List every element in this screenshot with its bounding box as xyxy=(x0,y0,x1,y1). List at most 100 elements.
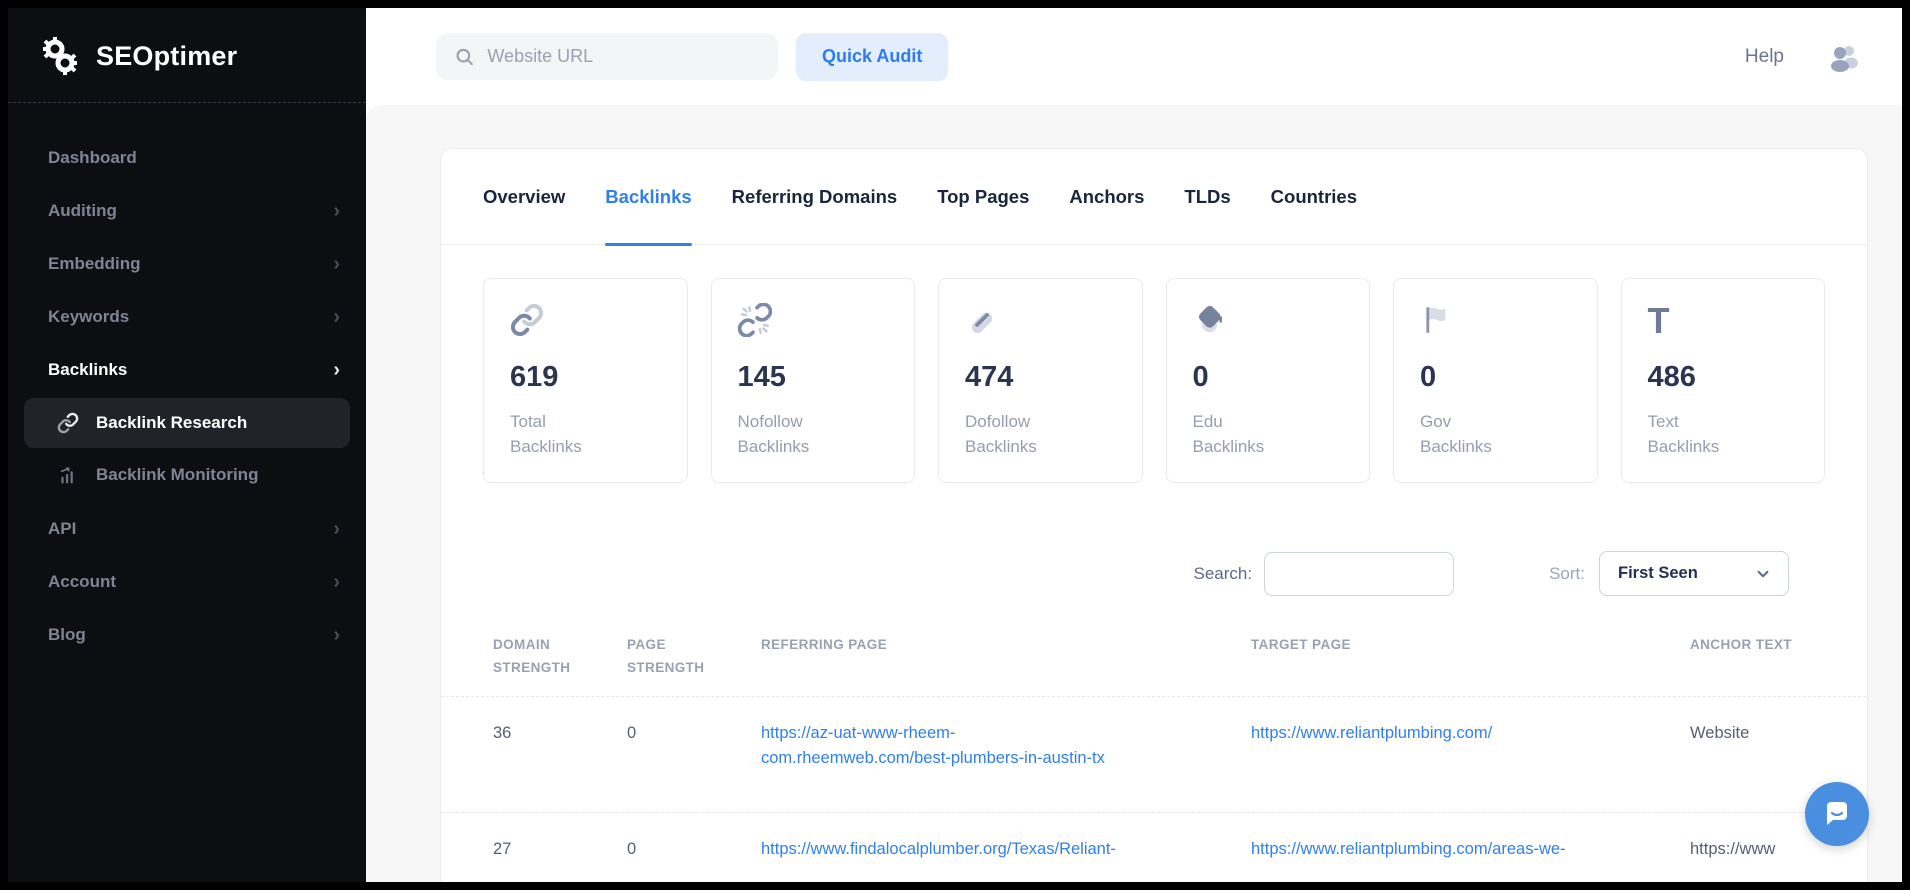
column-header: TARGET PAGE xyxy=(1251,634,1690,657)
chevron-right-icon: › xyxy=(333,360,340,380)
chevron-right-icon: › xyxy=(333,572,340,592)
website-url-input[interactable] xyxy=(487,46,762,67)
letter-t-icon: T xyxy=(1648,303,1799,345)
quick-audit-button[interactable]: Quick Audit xyxy=(796,33,948,81)
brand-logo[interactable]: SEOptimer xyxy=(8,8,366,102)
chevron-right-icon: › xyxy=(333,519,340,539)
stat-label: TotalBacklinks xyxy=(510,410,661,459)
page-strength-cell: 0 xyxy=(627,837,761,863)
tab-backlinks[interactable]: Backlinks xyxy=(605,149,691,245)
sort-dropdown[interactable]: First Seen xyxy=(1599,551,1789,596)
sidebar: SEOptimer Dashboard Auditing › Embedding… xyxy=(8,8,366,882)
referring-page-cell: https://az-uat-www-rheem- com.rheemweb.c… xyxy=(761,721,1251,772)
stat-card-gov-backlinks: 0 GovBacklinks xyxy=(1393,278,1598,483)
sidebar-item-label: Dashboard xyxy=(48,148,340,168)
target-page-link[interactable]: https://www.reliantplumbing.com/areas-we… xyxy=(1251,840,1566,858)
stat-value: 486 xyxy=(1648,361,1799,394)
stat-card-total-backlinks: 619 TotalBacklinks xyxy=(483,278,688,483)
stats-row: 619 TotalBacklinks xyxy=(441,245,1867,483)
chevron-right-icon: › xyxy=(333,254,340,274)
sidebar-item-embedding[interactable]: Embedding › xyxy=(8,237,366,290)
sort-label: Sort: xyxy=(1549,564,1585,584)
chat-icon xyxy=(1821,798,1853,830)
brand-name: SEOptimer xyxy=(96,41,237,72)
link-icon xyxy=(510,303,661,345)
sidebar-item-account[interactable]: Account › xyxy=(8,555,366,608)
referring-page-cell: https://www.findalocalplumber.org/Texas/… xyxy=(761,837,1251,863)
chevron-down-icon xyxy=(1754,565,1772,583)
stat-label: TextBacklinks xyxy=(1648,410,1799,459)
help-link[interactable]: Help xyxy=(1745,46,1784,68)
tab-top-pages[interactable]: Top Pages xyxy=(937,149,1029,245)
app-window: SEOptimer Dashboard Auditing › Embedding… xyxy=(8,8,1902,882)
stat-label: GovBacklinks xyxy=(1420,410,1571,459)
sidebar-item-label: Auditing xyxy=(48,201,333,221)
flag-icon xyxy=(1420,303,1571,345)
sidebar-item-backlink-research[interactable]: Backlink Research xyxy=(24,398,350,448)
table-row: 36 0 https://az-uat-www-rheem- com.rheem… xyxy=(441,697,1868,796)
stat-value: 0 xyxy=(1420,361,1571,394)
broken-link-icon xyxy=(738,303,889,345)
referring-page-link[interactable]: https://az-uat-www-rheem- com.rheemweb.c… xyxy=(761,724,1105,768)
chat-widget-button[interactable] xyxy=(1805,782,1869,846)
search-icon xyxy=(454,45,475,69)
sidebar-item-auditing[interactable]: Auditing › xyxy=(8,184,366,237)
sidebar-item-label: Account xyxy=(48,572,333,592)
table-header-row: DOMAIN STRENGTH PAGE STRENGTH REFERRING … xyxy=(441,616,1868,680)
tab-referring-domains[interactable]: Referring Domains xyxy=(732,149,898,245)
target-page-cell: https://www.reliantplumbing.com/ xyxy=(1251,721,1690,747)
table-row: 27 0 https://www.findalocalplumber.org/T… xyxy=(441,813,1868,882)
column-header: DOMAIN STRENGTH xyxy=(493,634,627,680)
stat-card-nofollow-backlinks: 145 NofollowBacklinks xyxy=(711,278,916,483)
backlinks-card: Overview Backlinks Referring Domains Top… xyxy=(440,148,1868,882)
topbar: Quick Audit Help xyxy=(366,8,1902,105)
tab-anchors[interactable]: Anchors xyxy=(1069,149,1144,245)
users-avatar-icon[interactable] xyxy=(1826,42,1860,72)
column-header: ANCHOR TEXT xyxy=(1690,634,1868,657)
domain-strength-cell: 36 xyxy=(493,721,627,747)
sidebar-item-label: Backlink Research xyxy=(96,413,247,433)
sidebar-item-blog[interactable]: Blog › xyxy=(8,608,366,661)
chevron-right-icon: › xyxy=(333,201,340,221)
column-header: REFERRING PAGE xyxy=(761,634,1251,657)
domain-strength-cell: 27 xyxy=(493,837,627,863)
tab-bar: Overview Backlinks Referring Domains Top… xyxy=(441,149,1867,245)
bar-chart-icon xyxy=(56,463,80,487)
stat-value: 619 xyxy=(510,361,661,394)
sidebar-item-label: Backlink Monitoring xyxy=(96,465,258,485)
stat-label: DofollowBacklinks xyxy=(965,410,1116,459)
backlinks-table: DOMAIN STRENGTH PAGE STRENGTH REFERRING … xyxy=(441,616,1868,882)
stat-value: 474 xyxy=(965,361,1116,394)
stat-card-dofollow-backlinks: 474 DofollowBacklinks xyxy=(938,278,1143,483)
website-url-search[interactable] xyxy=(436,33,778,80)
sidebar-item-dashboard[interactable]: Dashboard xyxy=(8,131,366,184)
link-icon xyxy=(56,411,80,435)
stat-label: NofollowBacklinks xyxy=(738,410,889,459)
stat-value: 145 xyxy=(738,361,889,394)
page-strength-cell: 0 xyxy=(627,721,761,747)
table-search-input[interactable] xyxy=(1264,552,1454,596)
sidebar-item-keywords[interactable]: Keywords › xyxy=(8,290,366,343)
referring-page-link[interactable]: https://www.findalocalplumber.org/Texas/… xyxy=(761,840,1116,858)
sidebar-item-label: Backlinks xyxy=(48,360,333,380)
sidebar-item-label: API xyxy=(48,519,333,539)
tab-overview[interactable]: Overview xyxy=(483,149,565,245)
target-page-link[interactable]: https://www.reliantplumbing.com/ xyxy=(1251,724,1492,742)
sidebar-item-backlink-monitoring[interactable]: Backlink Monitoring xyxy=(24,450,350,500)
sidebar-item-label: Keywords xyxy=(48,307,333,327)
content-panel: Overview Backlinks Referring Domains Top… xyxy=(366,105,1902,882)
tab-countries[interactable]: Countries xyxy=(1271,149,1357,245)
sidebar-item-label: Embedding xyxy=(48,254,333,274)
sidebar-nav: Dashboard Auditing › Embedding › Keyword… xyxy=(8,103,366,661)
tab-tlds[interactable]: TLDs xyxy=(1184,149,1230,245)
sidebar-item-backlinks[interactable]: Backlinks › xyxy=(8,343,366,396)
stat-card-edu-backlinks: 0 EduBacklinks xyxy=(1166,278,1371,483)
graduation-cap-icon xyxy=(1193,303,1344,345)
sidebar-item-api[interactable]: API › xyxy=(8,502,366,555)
diagonal-link-icon xyxy=(965,303,1116,345)
search-label: Search: xyxy=(1194,564,1253,584)
stat-card-text-backlinks: T 486 TextBacklinks xyxy=(1621,278,1826,483)
sort-selected-value: First Seen xyxy=(1618,564,1698,583)
column-header: PAGE STRENGTH xyxy=(627,634,761,680)
chevron-right-icon: › xyxy=(333,307,340,327)
